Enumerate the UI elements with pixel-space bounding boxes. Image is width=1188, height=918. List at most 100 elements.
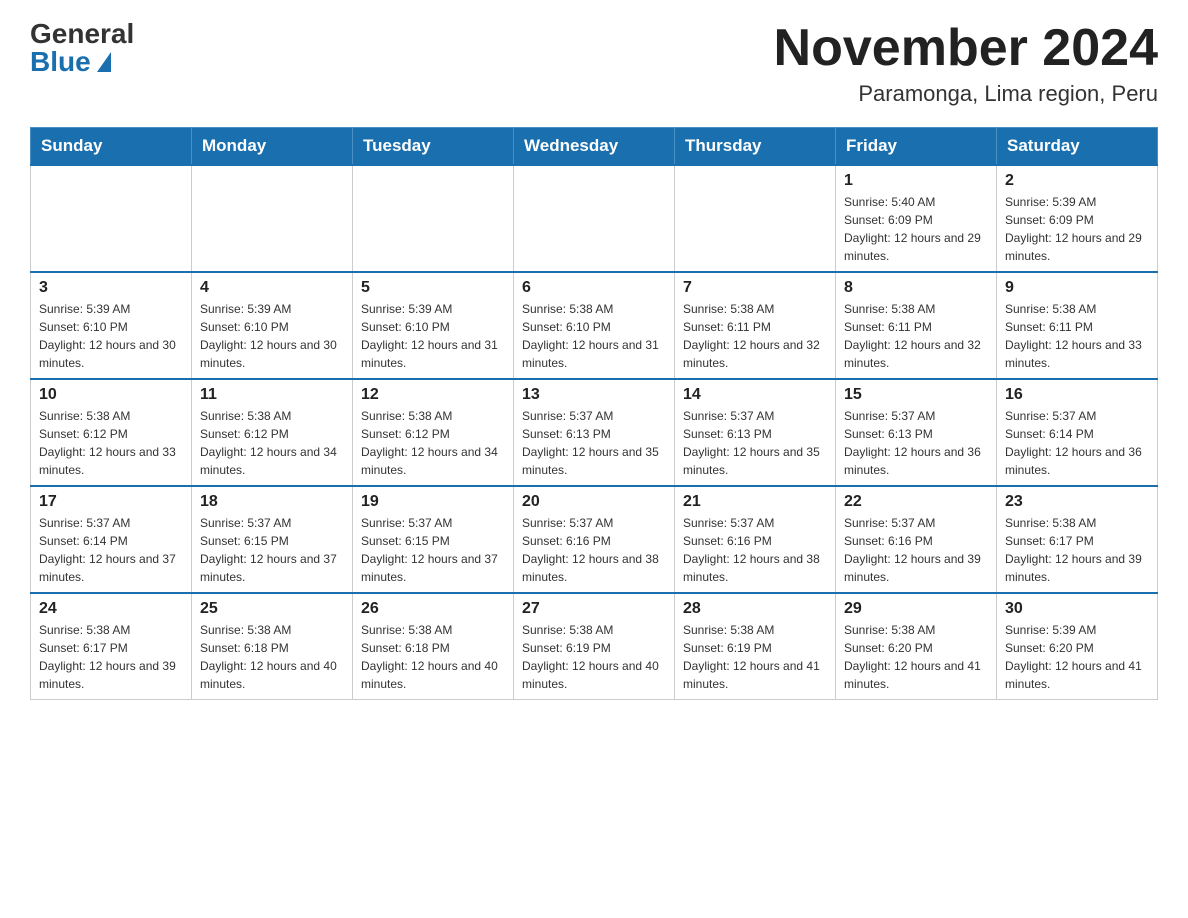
logo-triangle-icon <box>97 52 111 72</box>
day-number: 25 <box>200 600 344 618</box>
week-row-2: 3Sunrise: 5:39 AM Sunset: 6:10 PM Daylig… <box>31 272 1158 379</box>
calendar-cell: 22 Sunrise: 5:37 AM Sunset: 6:16 PM Dayli… <box>836 486 997 593</box>
day-info: Sunrise: 5:39 AM Sunset: 6:10 PM Dayligh… <box>200 300 344 372</box>
calendar-cell: 3Sunrise: 5:39 AM Sunset: 6:10 PM Daylig… <box>31 272 192 379</box>
day-info: Sunrise: 5:38 AM Sunset: 6:11 PM Dayligh… <box>844 300 988 372</box>
day-info: Sunrise: 5:37 AM Sunset: 6:15 PM Dayligh… <box>361 514 505 586</box>
logo-general-text: General <box>30 20 134 48</box>
day-number: 24 <box>39 600 183 618</box>
calendar-cell: 8Sunrise: 5:38 AM Sunset: 6:11 PM Daylig… <box>836 272 997 379</box>
calendar-cell: 5 Sunrise: 5:39 AM Sunset: 6:10 PM Daylig… <box>353 272 514 379</box>
calendar-cell: 9 Sunrise: 5:38 AM Sunset: 6:11 PM Daylig… <box>997 272 1158 379</box>
day-info: Sunrise: 5:40 AM Sunset: 6:09 PM Dayligh… <box>844 193 988 265</box>
day-number: 21 <box>683 493 827 511</box>
day-info: Sunrise: 5:37 AM Sunset: 6:16 PM Dayligh… <box>844 514 988 586</box>
day-info: Sunrise: 5:37 AM Sunset: 6:13 PM Dayligh… <box>522 407 666 479</box>
day-number: 23 <box>1005 493 1149 511</box>
calendar-cell <box>514 165 675 272</box>
day-number: 12 <box>361 386 505 404</box>
calendar-table: SundayMondayTuesdayWednesdayThursdayFrid… <box>30 127 1158 700</box>
day-info: Sunrise: 5:38 AM Sunset: 6:19 PM Dayligh… <box>683 621 827 693</box>
calendar-header-friday: Friday <box>836 128 997 166</box>
day-info: Sunrise: 5:39 AM Sunset: 6:09 PM Dayligh… <box>1005 193 1149 265</box>
day-info: Sunrise: 5:39 AM Sunset: 6:10 PM Dayligh… <box>39 300 183 372</box>
day-info: Sunrise: 5:37 AM Sunset: 6:16 PM Dayligh… <box>522 514 666 586</box>
calendar-header-tuesday: Tuesday <box>353 128 514 166</box>
day-number: 1 <box>844 172 988 190</box>
day-info: Sunrise: 5:37 AM Sunset: 6:14 PM Dayligh… <box>39 514 183 586</box>
calendar-cell: 27Sunrise: 5:38 AM Sunset: 6:19 PM Dayli… <box>514 593 675 700</box>
day-info: Sunrise: 5:38 AM Sunset: 6:10 PM Dayligh… <box>522 300 666 372</box>
calendar-cell: 24 Sunrise: 5:38 AM Sunset: 6:17 PM Dayli… <box>31 593 192 700</box>
day-info: Sunrise: 5:38 AM Sunset: 6:11 PM Dayligh… <box>683 300 827 372</box>
week-row-1: 1 Sunrise: 5:40 AM Sunset: 6:09 PM Daylig… <box>31 165 1158 272</box>
day-info: Sunrise: 5:38 AM Sunset: 6:18 PM Dayligh… <box>200 621 344 693</box>
day-info: Sunrise: 5:39 AM Sunset: 6:10 PM Dayligh… <box>361 300 505 372</box>
calendar-cell: 20 Sunrise: 5:37 AM Sunset: 6:16 PM Dayli… <box>514 486 675 593</box>
calendar-cell: 4 Sunrise: 5:39 AM Sunset: 6:10 PM Daylig… <box>192 272 353 379</box>
day-number: 30 <box>1005 600 1149 618</box>
calendar-cell: 30 Sunrise: 5:39 AM Sunset: 6:20 PM Dayli… <box>997 593 1158 700</box>
day-number: 20 <box>522 493 666 511</box>
calendar-cell <box>675 165 836 272</box>
day-number: 29 <box>844 600 988 618</box>
day-info: Sunrise: 5:38 AM Sunset: 6:12 PM Dayligh… <box>200 407 344 479</box>
page-header: General Blue November 2024 Paramonga, Li… <box>30 20 1158 107</box>
week-row-5: 24 Sunrise: 5:38 AM Sunset: 6:17 PM Dayli… <box>31 593 1158 700</box>
day-number: 5 <box>361 279 505 297</box>
day-number: 2 <box>1005 172 1149 190</box>
day-number: 9 <box>1005 279 1149 297</box>
day-info: Sunrise: 5:38 AM Sunset: 6:12 PM Dayligh… <box>361 407 505 479</box>
day-info: Sunrise: 5:38 AM Sunset: 6:17 PM Dayligh… <box>39 621 183 693</box>
calendar-header-wednesday: Wednesday <box>514 128 675 166</box>
week-row-4: 17 Sunrise: 5:37 AM Sunset: 6:14 PM Dayli… <box>31 486 1158 593</box>
calendar-cell: 13 Sunrise: 5:37 AM Sunset: 6:13 PM Dayli… <box>514 379 675 486</box>
calendar-cell: 16Sunrise: 5:37 AM Sunset: 6:14 PM Dayli… <box>997 379 1158 486</box>
calendar-cell: 14Sunrise: 5:37 AM Sunset: 6:13 PM Dayli… <box>675 379 836 486</box>
day-number: 27 <box>522 600 666 618</box>
calendar-cell: 21 Sunrise: 5:37 AM Sunset: 6:16 PM Dayli… <box>675 486 836 593</box>
calendar-cell: 23 Sunrise: 5:38 AM Sunset: 6:17 PM Dayli… <box>997 486 1158 593</box>
day-number: 22 <box>844 493 988 511</box>
calendar-cell: 2 Sunrise: 5:39 AM Sunset: 6:09 PM Daylig… <box>997 165 1158 272</box>
day-number: 26 <box>361 600 505 618</box>
day-info: Sunrise: 5:37 AM Sunset: 6:13 PM Dayligh… <box>844 407 988 479</box>
day-info: Sunrise: 5:38 AM Sunset: 6:20 PM Dayligh… <box>844 621 988 693</box>
day-info: Sunrise: 5:38 AM Sunset: 6:11 PM Dayligh… <box>1005 300 1149 372</box>
calendar-cell <box>192 165 353 272</box>
month-title: November 2024 <box>774 20 1158 77</box>
day-info: Sunrise: 5:38 AM Sunset: 6:12 PM Dayligh… <box>39 407 183 479</box>
calendar-cell: 6Sunrise: 5:38 AM Sunset: 6:10 PM Daylig… <box>514 272 675 379</box>
calendar-cell: 28 Sunrise: 5:38 AM Sunset: 6:19 PM Dayli… <box>675 593 836 700</box>
calendar-cell: 15 Sunrise: 5:37 AM Sunset: 6:13 PM Dayli… <box>836 379 997 486</box>
logo: General Blue <box>30 20 134 76</box>
calendar-cell: 25 Sunrise: 5:38 AM Sunset: 6:18 PM Dayli… <box>192 593 353 700</box>
day-number: 17 <box>39 493 183 511</box>
day-number: 15 <box>844 386 988 404</box>
day-number: 16 <box>1005 386 1149 404</box>
day-number: 11 <box>200 386 344 404</box>
calendar-cell: 7Sunrise: 5:38 AM Sunset: 6:11 PM Daylig… <box>675 272 836 379</box>
day-info: Sunrise: 5:37 AM Sunset: 6:13 PM Dayligh… <box>683 407 827 479</box>
calendar-header-thursday: Thursday <box>675 128 836 166</box>
calendar-cell: 29 Sunrise: 5:38 AM Sunset: 6:20 PM Dayli… <box>836 593 997 700</box>
day-info: Sunrise: 5:37 AM Sunset: 6:16 PM Dayligh… <box>683 514 827 586</box>
calendar-cell <box>353 165 514 272</box>
day-number: 4 <box>200 279 344 297</box>
day-number: 28 <box>683 600 827 618</box>
calendar-cell: 10Sunrise: 5:38 AM Sunset: 6:12 PM Dayli… <box>31 379 192 486</box>
day-info: Sunrise: 5:37 AM Sunset: 6:15 PM Dayligh… <box>200 514 344 586</box>
day-info: Sunrise: 5:38 AM Sunset: 6:17 PM Dayligh… <box>1005 514 1149 586</box>
calendar-header-saturday: Saturday <box>997 128 1158 166</box>
calendar-header-monday: Monday <box>192 128 353 166</box>
logo-blue-text: Blue <box>30 48 111 76</box>
calendar-cell: 19Sunrise: 5:37 AM Sunset: 6:15 PM Dayli… <box>353 486 514 593</box>
calendar-cell <box>31 165 192 272</box>
day-number: 18 <box>200 493 344 511</box>
calendar-cell: 12 Sunrise: 5:38 AM Sunset: 6:12 PM Dayli… <box>353 379 514 486</box>
day-info: Sunrise: 5:38 AM Sunset: 6:18 PM Dayligh… <box>361 621 505 693</box>
day-info: Sunrise: 5:39 AM Sunset: 6:20 PM Dayligh… <box>1005 621 1149 693</box>
calendar-cell: 18 Sunrise: 5:37 AM Sunset: 6:15 PM Dayli… <box>192 486 353 593</box>
day-number: 13 <box>522 386 666 404</box>
calendar-cell: 11 Sunrise: 5:38 AM Sunset: 6:12 PM Dayli… <box>192 379 353 486</box>
